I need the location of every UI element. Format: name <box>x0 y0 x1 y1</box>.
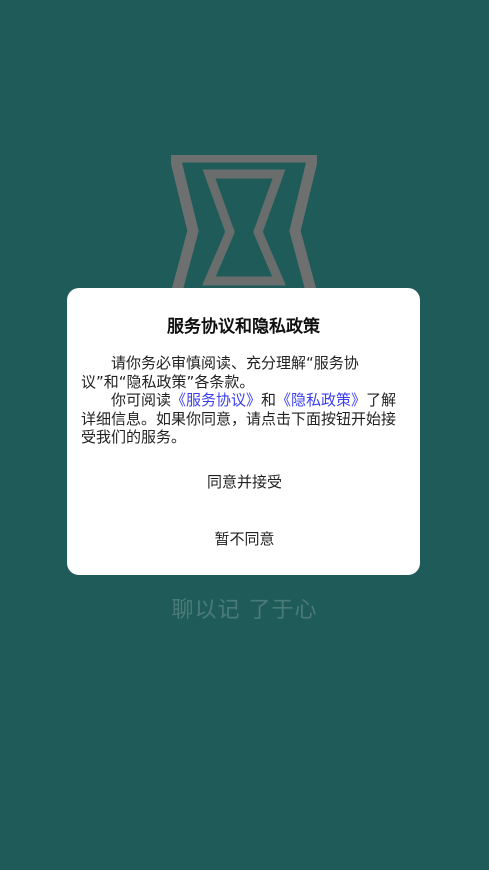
hourglass-logo-icon <box>171 155 317 300</box>
paragraph-2-connector: 和 <box>261 391 277 409</box>
paragraph-2-prefix: 你可阅读 <box>111 391 172 409</box>
dialog-paragraph-2: 你可阅读《服务协议》和《隐私政策》了解详细信息。如果你同意，请点击下面按钮开始接… <box>81 391 406 447</box>
privacy-policy-link[interactable]: 《隐私政策》 <box>276 391 366 409</box>
dialog-title: 服务协议和隐私政策 <box>167 317 320 337</box>
dialog-body: 请你务必审慎阅读、充分理解“服务协议”和“隐私政策”各条款。 你可阅读《服务协议… <box>81 354 406 447</box>
accept-button[interactable]: 同意并接受 <box>0 471 489 492</box>
dialog-paragraph-1: 请你务必审慎阅读、充分理解“服务协议”和“隐私政策”各条款。 <box>81 354 359 391</box>
decline-button[interactable]: 暂不同意 <box>0 528 489 549</box>
app-slogan: 聊以记 了于心 <box>171 598 318 623</box>
service-agreement-link[interactable]: 《服务协议》 <box>171 391 261 409</box>
